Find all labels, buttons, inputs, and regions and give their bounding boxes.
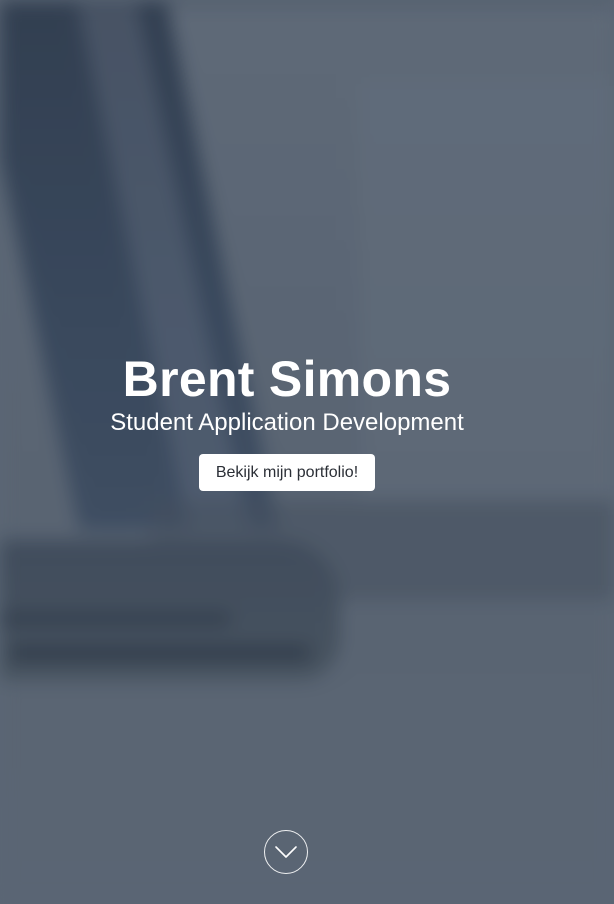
- scroll-down-button[interactable]: [264, 830, 308, 874]
- hero-title: Brent Simons: [122, 351, 452, 407]
- hero-subtitle: Student Application Development: [110, 409, 464, 436]
- chevron-down-icon: [275, 846, 297, 858]
- view-portfolio-button[interactable]: Bekijk mijn portfolio!: [198, 454, 376, 491]
- hero-content: Brent Simons Student Application Develop…: [0, 348, 574, 491]
- hero-section: Brent Simons Student Application Develop…: [0, 0, 614, 904]
